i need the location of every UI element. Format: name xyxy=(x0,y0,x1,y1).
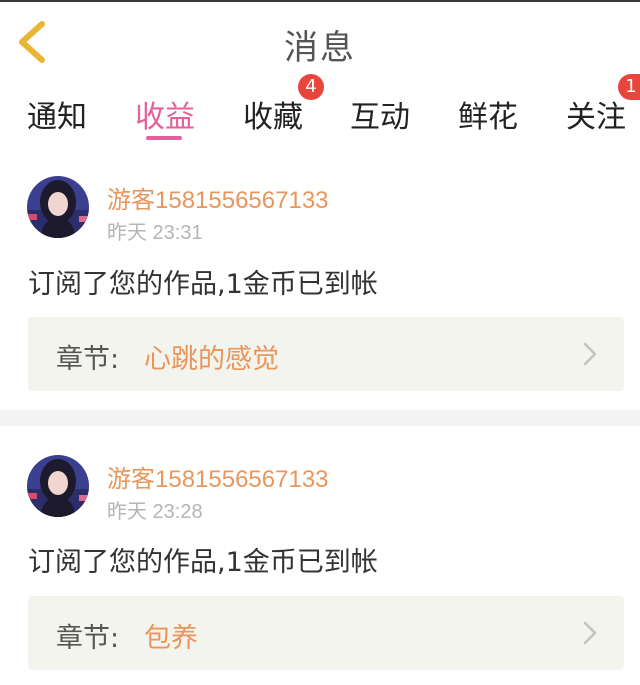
message-text: 订阅了您的作品,1金币已到帐 xyxy=(28,269,378,300)
chapter-link[interactable]: 章节: 心跳的感觉 xyxy=(28,317,624,391)
tab-bar: 通知 收益 收藏 互动 鲜花 关注 4 1 xyxy=(0,74,640,142)
message-time: 昨天 23:31 xyxy=(107,222,203,244)
sender-name[interactable]: 游客1581556567133 xyxy=(107,180,329,215)
favorites-count-badge: 4 xyxy=(298,74,324,100)
message-card: 游客1581556567133 昨天 23:28 订阅了您的作品,1金币已到帐 … xyxy=(0,426,640,685)
page-title: 消息 xyxy=(284,28,356,68)
app-header: 消息 xyxy=(0,2,640,81)
tab-favorites[interactable]: 收藏 xyxy=(243,92,303,136)
section-divider xyxy=(0,410,640,426)
tab-income[interactable]: 收益 xyxy=(135,92,195,136)
chapter-title: 心跳的感觉 xyxy=(144,344,279,375)
avatar[interactable] xyxy=(27,455,89,517)
follow-count-badge: 1 xyxy=(618,74,640,100)
message-text: 订阅了您的作品,1金币已到帐 xyxy=(28,547,378,578)
avatar-image xyxy=(27,455,89,517)
chapter-title: 包养 xyxy=(144,623,198,654)
avatar[interactable] xyxy=(27,176,89,238)
chevron-right-icon xyxy=(583,342,597,366)
chapter-label: 章节: xyxy=(56,623,120,654)
tab-follow[interactable]: 关注 xyxy=(566,92,626,136)
active-tab-indicator xyxy=(146,136,182,140)
sender-name[interactable]: 游客1581556567133 xyxy=(107,459,329,494)
tab-flowers[interactable]: 鲜花 xyxy=(458,92,518,136)
chevron-right-icon xyxy=(583,621,597,645)
tab-notice[interactable]: 通知 xyxy=(27,92,87,136)
avatar-image xyxy=(27,176,89,238)
tab-interaction[interactable]: 互动 xyxy=(350,92,410,136)
chapter-label: 章节: xyxy=(56,344,120,375)
chapter-link[interactable]: 章节: 包养 xyxy=(28,596,624,670)
message-time: 昨天 23:28 xyxy=(107,501,203,523)
message-card: 游客1581556567133 昨天 23:31 订阅了您的作品,1金币已到帐 … xyxy=(0,142,640,410)
